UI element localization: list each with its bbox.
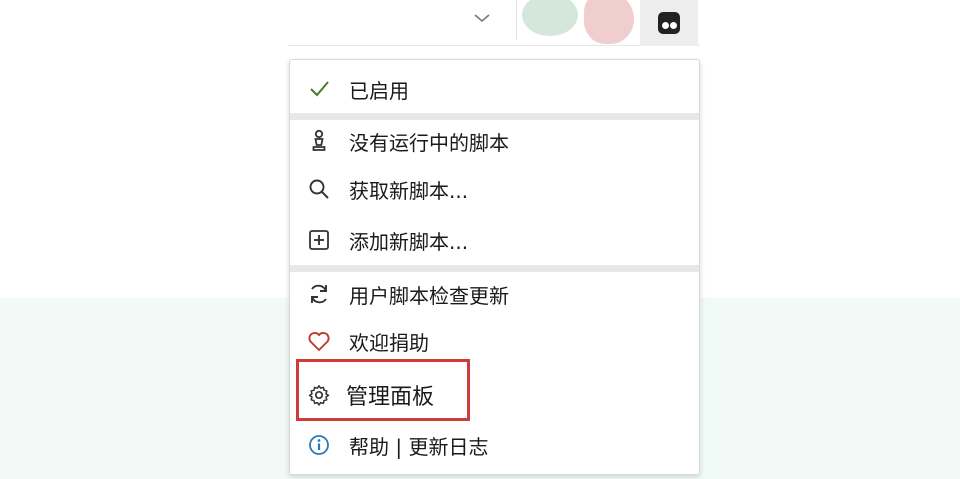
menu-item-label: 用户脚本检查更新 bbox=[349, 283, 509, 308]
heart-icon bbox=[306, 328, 332, 354]
menu-item-label: 没有运行中的脚本 bbox=[349, 130, 509, 155]
extension-popup-menu: 已启用 没有运行中的脚本 获取新脚本... 添加新脚本... 用户脚本检查更新 … bbox=[289, 59, 700, 475]
menu-item-no-scripts[interactable]: 没有运行中的脚本 bbox=[290, 126, 699, 156]
chevron-down-icon[interactable] bbox=[470, 6, 494, 30]
menu-separator bbox=[290, 265, 699, 272]
tampermonkey-button[interactable] bbox=[640, 0, 698, 46]
search-icon bbox=[306, 176, 332, 202]
menu-item-check-updates[interactable]: 用户脚本检查更新 bbox=[290, 279, 699, 309]
menu-item-label: 帮助 | 更新日志 bbox=[349, 434, 489, 459]
toolbar-separator bbox=[516, 0, 517, 40]
menu-item-label: 已启用 bbox=[349, 78, 409, 103]
menu-item-add-script[interactable]: 添加新脚本... bbox=[290, 225, 699, 255]
menu-item-label: 获取新脚本... bbox=[349, 178, 469, 203]
refresh-icon bbox=[306, 281, 332, 307]
menu-item-get-scripts[interactable]: 获取新脚本... bbox=[290, 174, 699, 204]
menu-item-label: 添加新脚本... bbox=[349, 229, 469, 254]
tampermonkey-icon bbox=[658, 12, 680, 34]
browser-toolbar bbox=[288, 0, 700, 46]
info-icon bbox=[306, 432, 332, 458]
menu-item-donate[interactable]: 欢迎捐助 bbox=[290, 326, 699, 356]
gear-icon bbox=[306, 382, 332, 408]
toolbar-divider bbox=[288, 45, 700, 46]
menu-item-enabled[interactable]: 已启用 bbox=[290, 74, 699, 104]
menu-separator bbox=[290, 113, 699, 120]
checkmark-icon bbox=[306, 76, 332, 102]
menu-item-help[interactable]: 帮助 | 更新日志 bbox=[290, 430, 699, 460]
plus-square-icon bbox=[306, 227, 332, 253]
menu-item-label: 欢迎捐助 bbox=[349, 330, 429, 355]
menu-item-label: 管理面板 bbox=[346, 385, 435, 410]
chess-pawn-icon bbox=[306, 128, 332, 154]
menu-item-dashboard[interactable]: 管理面板 bbox=[290, 378, 699, 412]
